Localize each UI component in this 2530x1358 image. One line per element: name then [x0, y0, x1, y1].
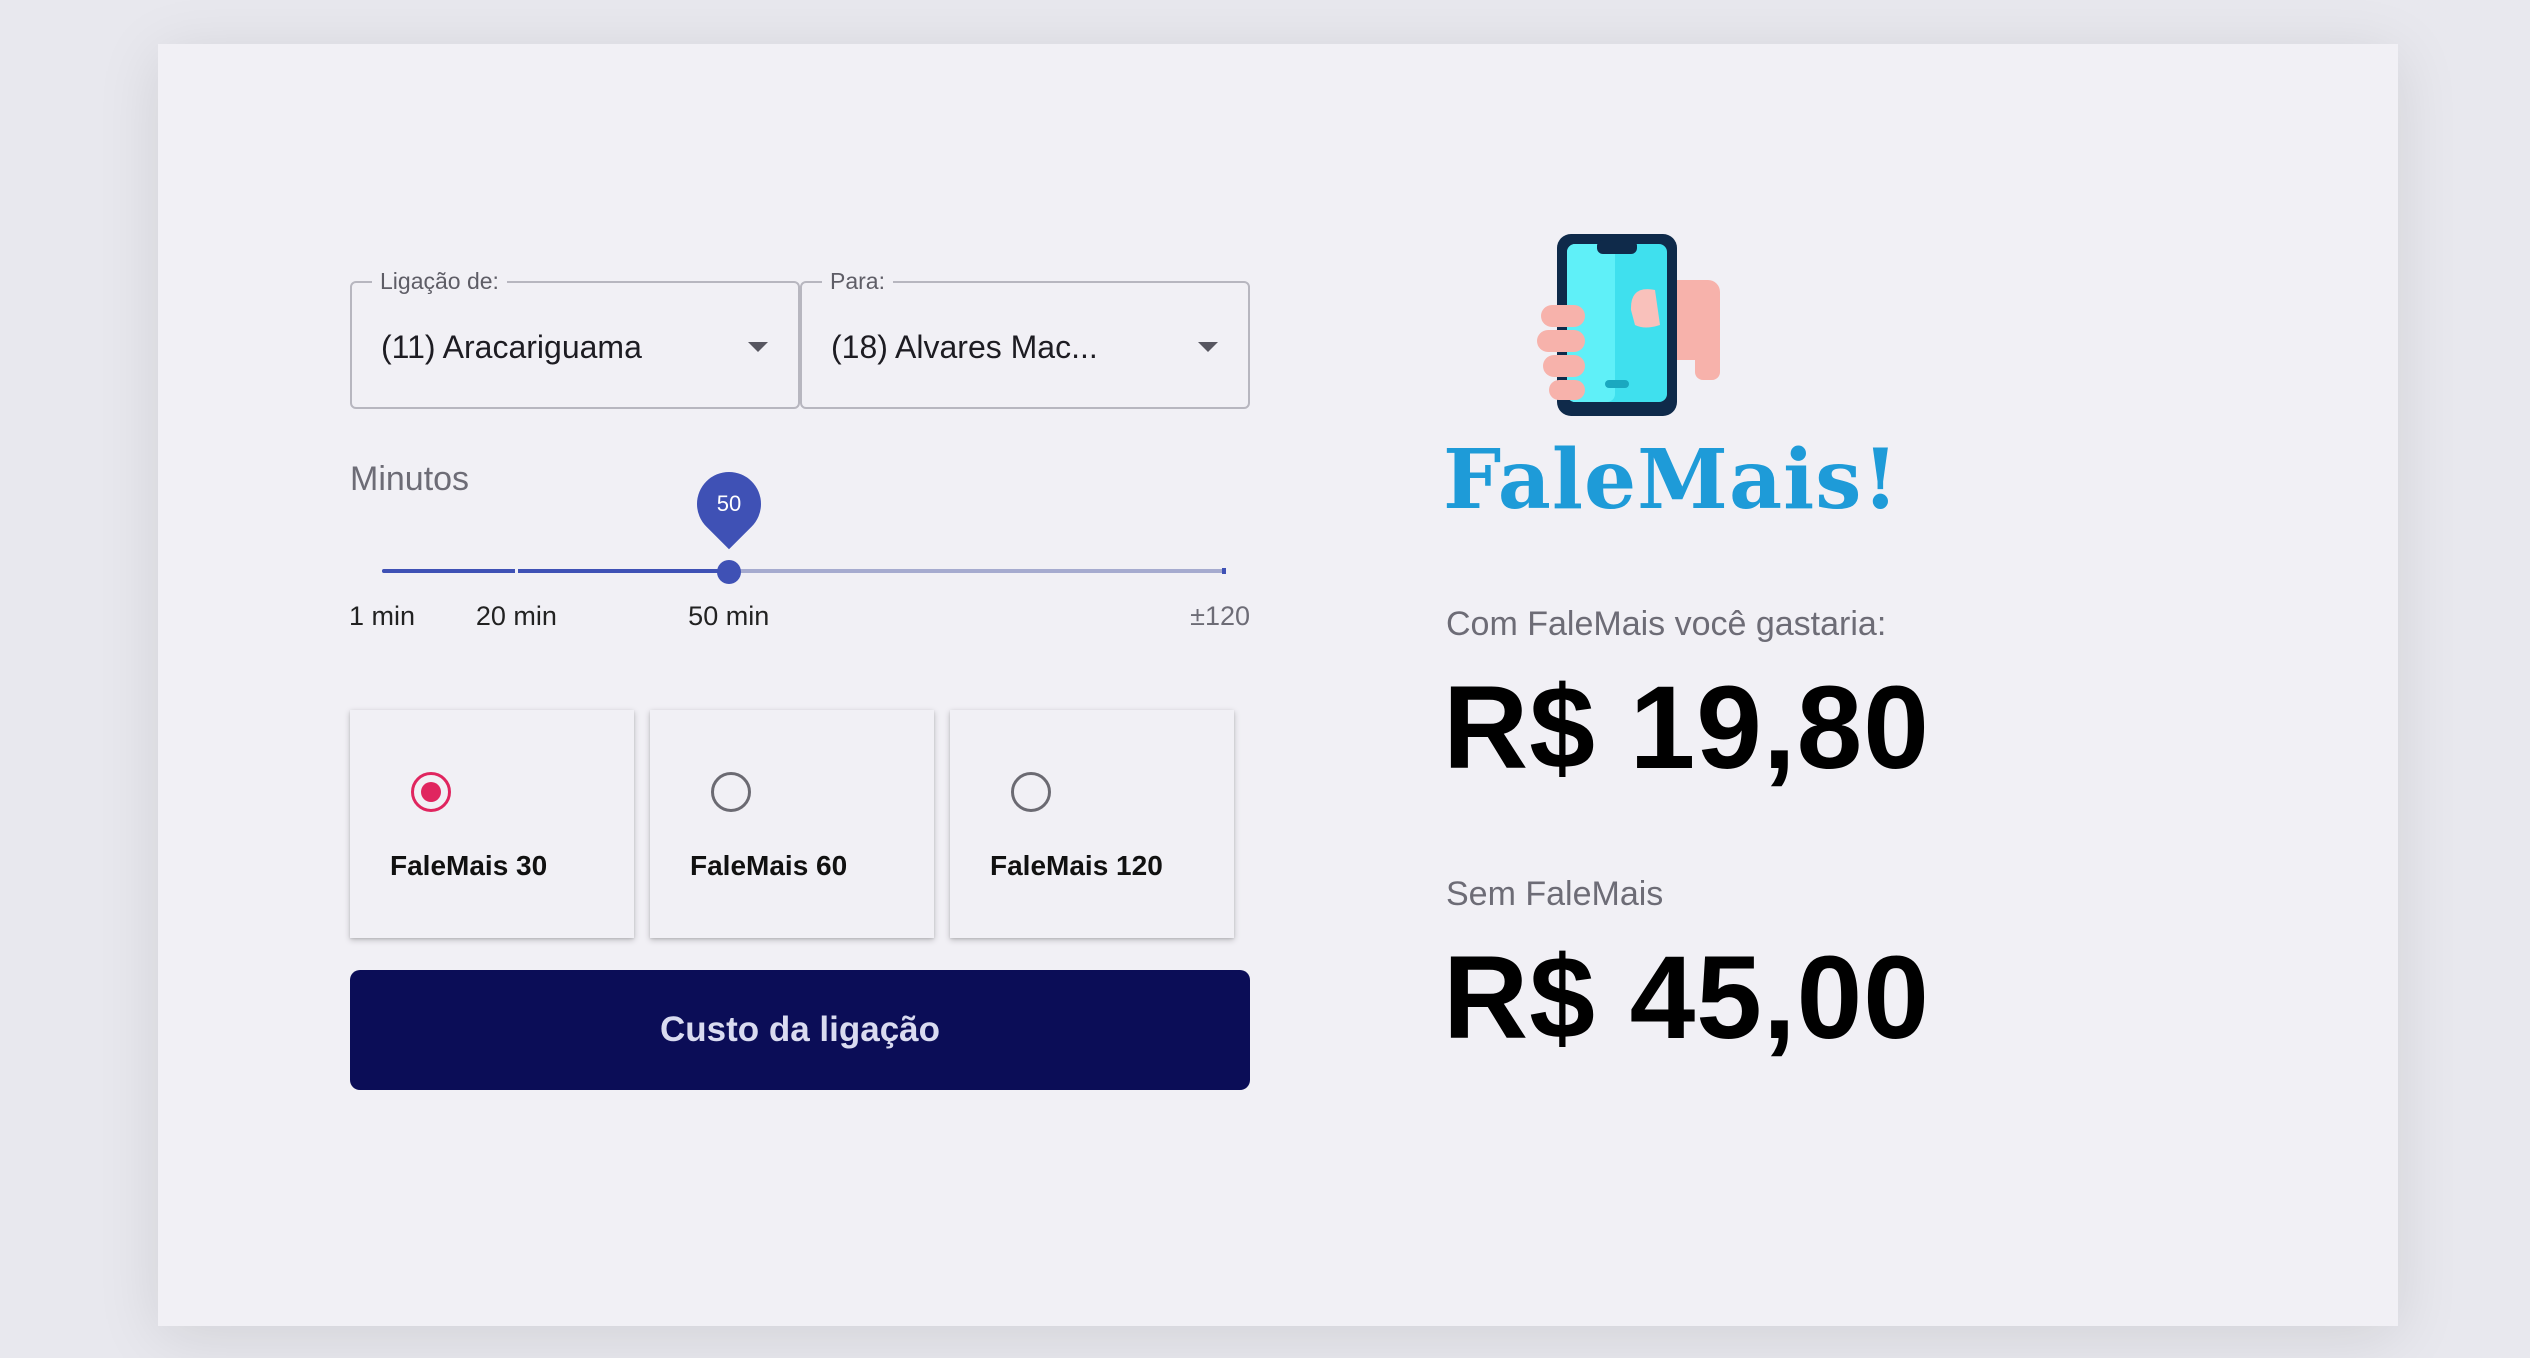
- destination-select-label: Para:: [822, 268, 893, 295]
- radio-button[interactable]: [411, 772, 451, 812]
- plan-option-falemais-120[interactable]: FaleMais 120: [950, 710, 1234, 938]
- slider-value-label: 50: [683, 458, 774, 550]
- minutes-slider-thumb[interactable]: [716, 560, 741, 584]
- plan-label: FaleMais 60: [690, 850, 848, 881]
- slider-mark-label: ±120: [1190, 601, 1250, 631]
- brand-logo-text: FaleMais!: [1443, 432, 1900, 528]
- chevron-down-icon: [748, 342, 768, 352]
- minutes-slider-fill: [382, 569, 729, 573]
- slider-mark-label: 1 min: [348, 601, 416, 631]
- slider-end-mark: [1222, 568, 1226, 574]
- radio-button[interactable]: [1011, 772, 1051, 812]
- plan-label: FaleMais 120: [990, 850, 1163, 881]
- without-plan-price: R$ 45,00: [1443, 932, 1930, 1064]
- without-plan-caption: Sem FaleMais: [1446, 875, 1664, 913]
- slider-tick-mark: [515, 569, 519, 573]
- origin-select-value: (11) Aracariguama: [381, 329, 642, 365]
- main-card: [158, 44, 2398, 1326]
- radio-button[interactable]: [711, 772, 751, 812]
- with-plan-price: R$ 19,80: [1443, 662, 1930, 794]
- calculate-cost-button[interactable]: Custo da ligação: [350, 970, 1250, 1090]
- destination-select-value: (18) Alvares Mac...: [831, 329, 1098, 365]
- chevron-down-icon: [1198, 342, 1218, 352]
- with-plan-caption: Com FaleMais você gastaria:: [1446, 605, 1887, 643]
- plan-option-falemais-60[interactable]: FaleMais 60: [650, 710, 934, 938]
- destination-select[interactable]: Para: (18) Alvares Mac...: [800, 268, 1250, 409]
- slider-mark-label: 20 min: [475, 601, 557, 631]
- slider-value-text: 50: [716, 491, 741, 516]
- minutes-label: Minutos: [350, 460, 470, 498]
- origin-select-label: Ligação de:: [372, 268, 507, 295]
- origin-select[interactable]: Ligação de: (11) Aracariguama: [350, 268, 800, 409]
- minutes-slider-track[interactable]: [382, 568, 1226, 574]
- slider-mark-label: 50 min: [688, 601, 770, 631]
- phone-in-hand-icon: [1537, 234, 1720, 416]
- plan-option-falemais-30[interactable]: FaleMais 30: [350, 710, 634, 938]
- plan-label: FaleMais 30: [390, 850, 548, 881]
